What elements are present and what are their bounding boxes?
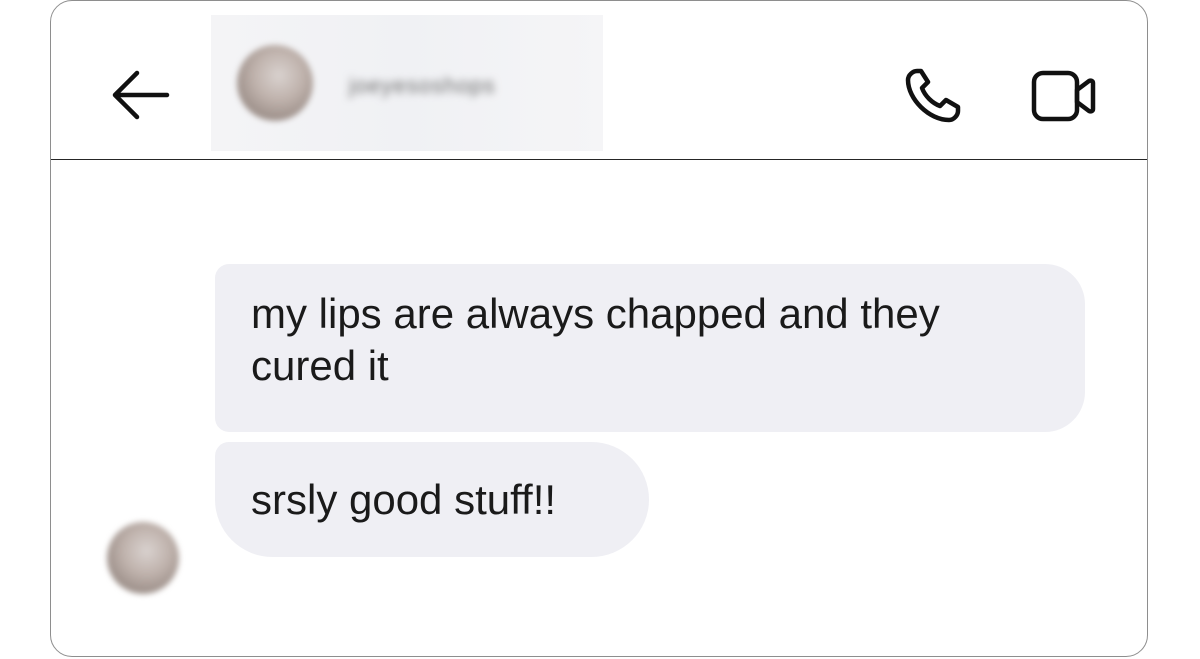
message-bubble[interactable]: my lips are always chapped and they cure… (215, 264, 1085, 432)
sender-avatar[interactable] (107, 522, 179, 594)
chat-window: joeyesoshops my lips are always chapped … (50, 0, 1148, 657)
message-text: my lips are always chapped and they cure… (251, 290, 940, 389)
message-bubble[interactable]: srsly good stuff!! (215, 442, 649, 557)
arrow-left-icon (112, 70, 170, 120)
profile-header-link[interactable]: joeyesoshops (211, 15, 603, 151)
phone-icon (905, 68, 961, 123)
username[interactable]: joeyesoshops (349, 73, 496, 99)
chat-header: joeyesoshops (51, 1, 1147, 160)
video-call-button[interactable] (1031, 69, 1097, 123)
back-button[interactable] (107, 69, 173, 121)
avatar[interactable] (237, 45, 313, 121)
video-camera-icon (1031, 70, 1096, 122)
message-text: srsly good stuff!! (251, 476, 557, 523)
call-button[interactable] (903, 65, 965, 125)
